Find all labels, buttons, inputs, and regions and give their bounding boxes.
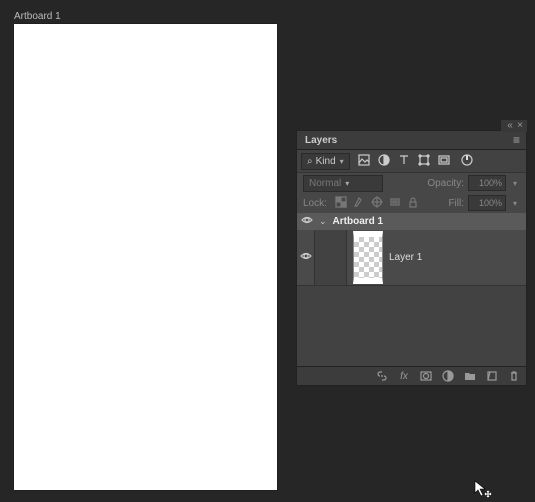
lock-all-icon[interactable] (407, 196, 419, 211)
layer-tree: ⌄ Artboard 1 Layer 1 (297, 213, 526, 286)
filter-toggle-icon[interactable] (461, 154, 473, 169)
artboard-label: Artboard 1 (14, 11, 61, 22)
artboard-name[interactable]: Artboard 1 (333, 216, 384, 227)
panel-window-controls: « × (501, 120, 527, 132)
lock-transparent-icon[interactable] (335, 196, 347, 211)
lock-artboard-icon[interactable] (389, 196, 401, 211)
close-icon[interactable]: × (515, 121, 525, 131)
filter-kind-select[interactable]: ⌕ Kind (301, 153, 350, 170)
layer-name[interactable]: Layer 1 (389, 252, 422, 263)
blend-mode-select[interactable]: Normal (303, 175, 383, 192)
filter-smart-icon[interactable] (438, 154, 450, 169)
new-group-icon[interactable] (464, 370, 476, 382)
filter-adjust-icon[interactable] (378, 154, 390, 169)
link-layers-icon[interactable] (376, 370, 388, 382)
layers-panel: « × Layers ≡ ⌕ Kind Normal Opacity: 100%… (296, 130, 527, 386)
filter-shape-icon[interactable] (418, 154, 430, 169)
panel-menu-icon[interactable]: ≡ (513, 133, 520, 147)
artboard-row[interactable]: ⌄ Artboard 1 (297, 213, 526, 230)
opacity-flyout-icon[interactable]: ▾ (510, 179, 520, 188)
lock-label: Lock: (303, 198, 327, 209)
layer-fx-icon[interactable]: fx (398, 370, 410, 382)
layer-thumbnail[interactable] (353, 231, 383, 284)
move-cursor-icon (474, 480, 492, 502)
add-mask-icon[interactable] (420, 370, 432, 382)
new-adjustment-icon[interactable] (442, 370, 454, 382)
panel-titlebar[interactable]: Layers ≡ (297, 131, 526, 150)
filter-row: ⌕ Kind (297, 150, 526, 173)
artboard-canvas[interactable] (14, 24, 277, 490)
layer-indent (315, 230, 347, 285)
panel-title: Layers (305, 135, 337, 146)
filter-type-icons (358, 154, 473, 169)
visibility-eye-icon[interactable] (300, 250, 312, 265)
layer-row[interactable]: Layer 1 (297, 230, 526, 286)
new-layer-icon[interactable] (486, 370, 498, 382)
layer-tree-empty-area[interactable] (297, 286, 526, 366)
disclosure-down-icon[interactable]: ⌄ (319, 216, 327, 227)
lock-position-icon[interactable] (371, 196, 383, 211)
blend-row: Normal Opacity: 100% ▾ (297, 173, 526, 193)
collapse-icon[interactable]: « (505, 121, 515, 131)
fill-input[interactable]: 100% (468, 195, 506, 211)
opacity-input[interactable]: 100% (468, 175, 506, 191)
lock-pixels-icon[interactable] (353, 196, 365, 211)
opacity-label: Opacity: (427, 178, 464, 189)
panel-footer: fx (297, 366, 526, 385)
lock-row: Lock: Fill: 100% ▾ (297, 193, 526, 213)
filter-image-icon[interactable] (358, 154, 370, 169)
visibility-eye-icon[interactable] (301, 214, 313, 229)
fill-flyout-icon[interactable]: ▾ (510, 199, 520, 208)
fill-label: Fill: (448, 198, 464, 209)
delete-layer-icon[interactable] (508, 370, 520, 382)
filter-type-icon[interactable] (398, 154, 410, 169)
